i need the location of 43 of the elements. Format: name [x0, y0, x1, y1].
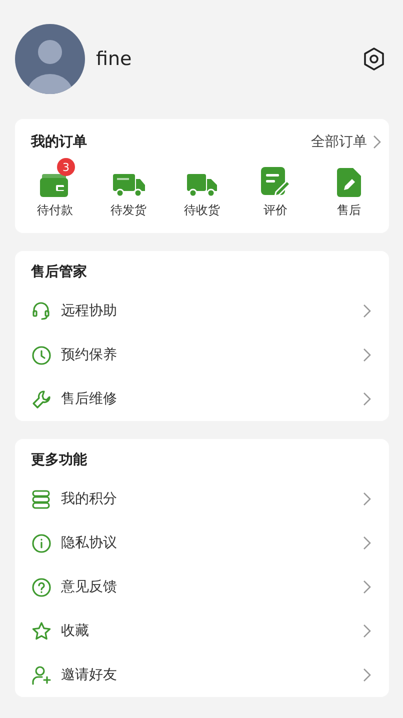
menu-item[interactable]: 意见反馈	[31, 565, 373, 609]
headset-icon	[32, 302, 50, 320]
menu-item[interactable]: 隐私协议	[31, 521, 373, 565]
chevron-right-icon	[363, 492, 371, 506]
menu-item[interactable]: 邀请好友	[31, 653, 373, 697]
star-icon	[32, 622, 50, 640]
chevron-right-icon	[363, 536, 371, 550]
order-status-button[interactable]: 待收货	[178, 158, 226, 219]
clock-icon	[32, 346, 50, 364]
section-title: 我的订单	[31, 133, 87, 151]
chevron-right-icon	[363, 348, 371, 362]
add-user-icon	[32, 666, 50, 684]
settings-icon	[363, 47, 385, 71]
settings-button[interactable]	[361, 46, 387, 72]
chevron-right-icon	[363, 580, 371, 594]
note-edit-icon	[260, 167, 290, 197]
menu-item[interactable]: 我的积分	[31, 477, 373, 521]
truck-icon	[112, 173, 144, 197]
database-icon	[32, 490, 50, 508]
truck-icon	[187, 173, 217, 197]
wrench-icon	[32, 390, 50, 408]
menu-item[interactable]: 售后维修	[31, 377, 373, 421]
document-edit-icon	[337, 168, 361, 197]
chevron-right-icon	[363, 624, 371, 638]
count-badge: 3	[57, 158, 75, 176]
user-name: fine	[96, 48, 133, 70]
menu-item[interactable]: 远程协助	[31, 289, 373, 333]
section-title: 更多功能	[31, 451, 88, 469]
order-status-button[interactable]: 评价	[252, 158, 300, 219]
order-status-button[interactable]: 待付款 3	[31, 158, 79, 219]
chevron-right-icon	[363, 392, 371, 406]
order-status-button[interactable]: 待发货	[104, 158, 152, 219]
wallet-icon	[40, 171, 70, 197]
section-title: 售后管家	[31, 263, 88, 281]
chevron-right-icon	[363, 304, 371, 318]
chevron-right-icon	[373, 135, 381, 149]
info-icon	[32, 534, 50, 552]
menu-item[interactable]: 收藏	[31, 609, 373, 653]
chevron-right-icon	[363, 668, 371, 682]
help-icon	[32, 578, 50, 596]
all-orders-link[interactable]: 全部订单	[311, 133, 381, 151]
order-status-button[interactable]: 售后	[325, 158, 373, 219]
menu-item[interactable]: 预约保养	[31, 333, 373, 377]
